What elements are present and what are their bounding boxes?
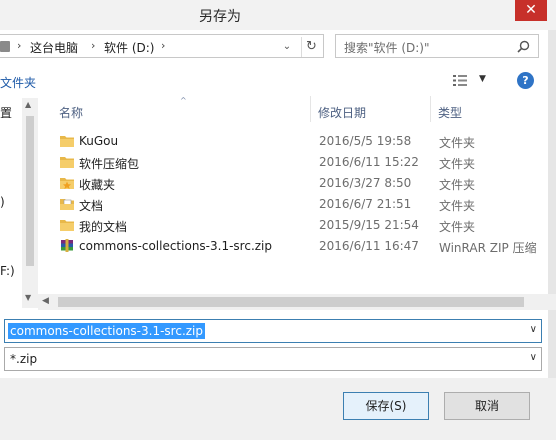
file-date: 2016/6/11 15:22	[319, 155, 419, 169]
file-type: 文件夹	[439, 136, 476, 150]
search-placeholder: 搜索"软件 (D:)"	[344, 41, 430, 55]
file-row[interactable]: 我的文档 2015/9/15 21:54 文件夹	[54, 215, 556, 236]
nav-item-location[interactable]: 置	[0, 104, 12, 121]
sort-ascending-icon: ^	[180, 96, 187, 105]
breadcrumb-this-pc[interactable]: 这台电脑	[30, 39, 78, 56]
breadcrumb-separator[interactable]: ›	[161, 39, 165, 52]
breadcrumb-drive-d[interactable]: 软件 (D:)	[104, 39, 154, 56]
close-button[interactable]: ✕	[515, 0, 547, 21]
documents-folder-icon	[60, 199, 74, 210]
folder-icon	[60, 136, 74, 147]
cancel-button[interactable]: 取消	[444, 392, 530, 420]
file-list: ^ 名称 修改日期 类型 KuGou 2016/5/5 19:58 文件夹 软件…	[46, 96, 556, 312]
window-title: 另存为	[199, 9, 241, 25]
chevron-down-icon[interactable]: ∨	[530, 352, 537, 363]
help-icon[interactable]: ?	[517, 72, 534, 89]
nav-item-drive[interactable]: )	[0, 195, 5, 209]
file-type: WinRAR ZIP 压缩	[439, 241, 537, 255]
nav-item-drive-f[interactable]: F:)	[0, 264, 15, 278]
save-button[interactable]: 保存(S)	[343, 392, 429, 420]
favorites-folder-icon	[60, 178, 74, 189]
scroll-left-icon[interactable]: ◀	[42, 296, 49, 306]
change-view-button[interactable]: ▼	[451, 72, 491, 90]
file-type: 文件夹	[439, 220, 476, 234]
file-row[interactable]: commons-collections-3.1-src.zip 2016/6/1…	[54, 236, 556, 257]
computer-icon	[0, 41, 10, 52]
file-type: 文件夹	[439, 178, 476, 192]
file-row[interactable]: 收藏夹 2016/3/27 8:50 文件夹	[54, 173, 556, 194]
file-date: 2016/5/5 19:58	[319, 134, 412, 148]
chevron-down-icon[interactable]: ▼	[479, 74, 486, 84]
folder-icon	[60, 220, 74, 231]
file-row[interactable]: 软件压缩包 2016/6/11 15:22 文件夹	[54, 152, 556, 173]
filetype-select[interactable]: *.zip ∨	[4, 347, 542, 371]
file-name: 软件压缩包	[79, 157, 140, 171]
file-name: 我的文档	[79, 220, 128, 234]
chevron-down-icon[interactable]: ∨	[530, 324, 537, 335]
column-header-date[interactable]: 修改日期	[318, 104, 366, 121]
file-date: 2015/9/15 21:54	[319, 218, 419, 232]
column-header-name[interactable]: 名称	[59, 104, 83, 121]
breadcrumb-separator[interactable]: ›	[91, 39, 95, 52]
search-input[interactable]: 搜索"软件 (D:)"	[335, 34, 539, 58]
file-row[interactable]: KuGou 2016/5/5 19:58 文件夹	[54, 131, 556, 152]
file-name: commons-collections-3.1-src.zip	[79, 239, 273, 253]
horizontal-scrollbar[interactable]: ◀	[38, 294, 556, 310]
filename-field[interactable]: commons-collections-3.1-src.zip ∨	[4, 319, 542, 343]
scroll-down-icon[interactable]: ▼	[25, 293, 31, 302]
dialog-footer: 保存(S) 取消	[0, 378, 556, 440]
filename-value[interactable]: commons-collections-3.1-src.zip	[8, 323, 206, 339]
navigation-pane: 置 ) F:) ▲ ▼	[0, 96, 38, 312]
filetype-value: *.zip	[10, 352, 38, 366]
breadcrumb-separator[interactable]: ›	[17, 39, 21, 52]
folder-icon	[60, 157, 74, 168]
title-bar: 另存为 ✕	[0, 0, 556, 30]
scroll-thumb[interactable]	[58, 297, 524, 307]
nav-scrollbar[interactable]: ▲ ▼	[22, 98, 38, 308]
scroll-up-icon[interactable]: ▲	[25, 100, 31, 109]
file-date: 2016/3/27 8:50	[319, 176, 412, 190]
refresh-button[interactable]: ↻	[301, 37, 321, 57]
file-type: 文件夹	[439, 157, 476, 171]
details-view-icon	[453, 75, 467, 86]
file-name: 收藏夹	[79, 178, 116, 192]
scroll-thumb[interactable]	[26, 116, 34, 266]
column-divider[interactable]	[310, 96, 311, 122]
file-name: KuGou	[79, 134, 119, 148]
file-date: 2016/6/7 21:51	[319, 197, 412, 211]
address-bar[interactable]: › 这台电脑 › 软件 (D:) › ⌄ ↻	[0, 34, 324, 58]
new-folder-button[interactable]: 文件夹	[0, 74, 36, 91]
file-name: 文档	[79, 199, 104, 213]
search-icon[interactable]	[517, 40, 530, 53]
file-date: 2016/6/11 16:47	[319, 239, 419, 253]
winrar-zip-icon	[61, 239, 73, 252]
column-header-type[interactable]: 类型	[438, 104, 462, 121]
column-divider[interactable]	[430, 96, 431, 122]
file-type: 文件夹	[439, 199, 476, 213]
address-history-dropdown[interactable]: ⌄	[277, 37, 297, 57]
file-row[interactable]: 文档 2016/6/7 21:51 文件夹	[54, 194, 556, 215]
